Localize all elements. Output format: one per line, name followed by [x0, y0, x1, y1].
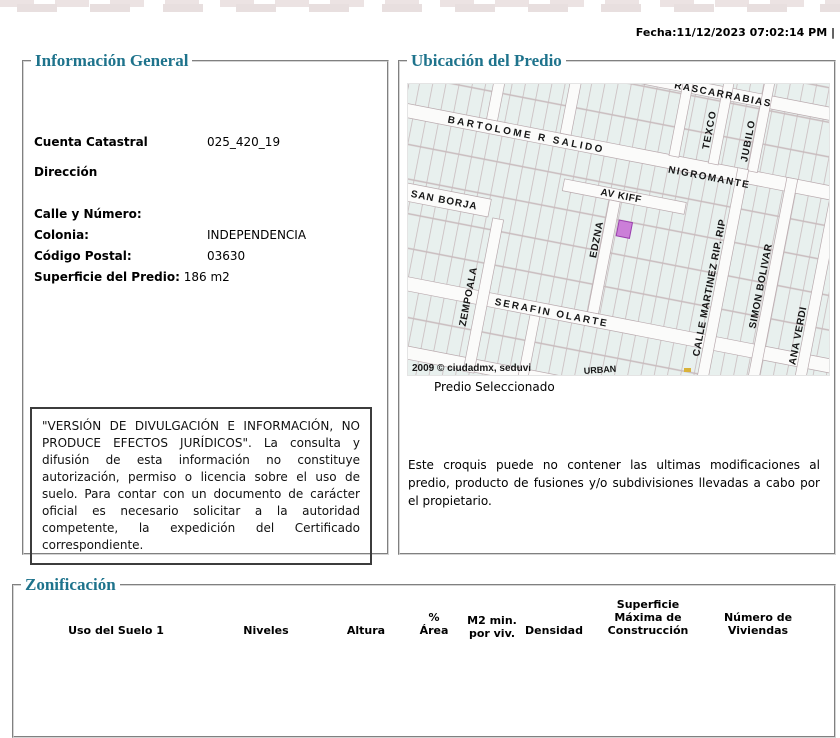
column-header-superficie-maxima: Superficie Máxima de Construcción [607, 598, 689, 637]
field-calle-numero: Calle y Número: [34, 207, 142, 221]
field-codigo-postal: Código Postal: 03630 [34, 249, 245, 263]
direccion-label: Dirección [34, 165, 98, 179]
legal-disclaimer-box: "VERSIÓN DE DIVULGACIÓN E INFORMACIÓN, N… [30, 407, 372, 565]
panel-ubicacion-predio: Ubicación del Predio RASCARRABIAS BARTOL… [398, 51, 836, 555]
selected-parcel-label: Predio Seleccionado [434, 380, 555, 394]
panel-informacion-general: Información General Cuenta Catastral 025… [22, 51, 389, 565]
map-attribution: 2009 © ciudadmx, seduvi [412, 363, 531, 374]
colonia-value: INDEPENDENCIA [207, 228, 307, 242]
codigo-postal-label: Código Postal: [34, 249, 132, 263]
date-stamp: Fecha:11/12/2023 07:02:14 PM | [635, 26, 835, 39]
field-cuenta-catastral: Cuenta Catastral 025_420_19 [34, 135, 280, 149]
colonia-label: Colonia: [34, 228, 89, 242]
superficie-predio-value: 186 m2 [183, 270, 230, 284]
column-header-niveles: Niveles [243, 624, 289, 637]
column-header-densidad: Densidad [525, 624, 583, 637]
field-colonia: Colonia: INDEPENDENCIA [34, 228, 306, 242]
panel-legend-informacion-general: Información General [31, 51, 193, 71]
panel-legend-zonificacion: Zonificación [21, 575, 120, 595]
panel-legend-ubicacion-predio: Ubicación del Predio [407, 51, 566, 71]
zonificacion-table-header: Uso del Suelo 1 Niveles Altura % Área M2… [26, 598, 806, 640]
cuenta-catastral-value: 025_420_19 [207, 135, 281, 149]
croquis-note: Este croquis puede no contener las ultim… [408, 458, 820, 508]
map-marker-fragment [684, 368, 691, 372]
column-header-uso-del-suelo: Uso del Suelo 1 [68, 624, 164, 637]
column-header-m2-min: M2 min. por viv. [467, 614, 517, 640]
column-header-numero-viviendas: Número de Viviendas [723, 611, 793, 637]
cuenta-catastral-label: Cuenta Catastral [34, 135, 148, 149]
codigo-postal-value: 03630 [207, 249, 246, 263]
superficie-predio-label: Superficie del Predio: [34, 270, 180, 284]
banner-row-2 [0, 4, 840, 12]
field-direccion: Dirección [34, 165, 97, 179]
field-superficie-predio: Superficie del Predio: 186 m2 [34, 270, 230, 284]
calle-numero-label: Calle y Número: [34, 207, 142, 221]
column-header-altura: Altura [346, 624, 386, 637]
top-banner-pattern [0, 0, 840, 13]
panel-zonificacion: Zonificación Uso del Suelo 1 Niveles Alt… [12, 575, 836, 738]
map-watermark: URBAN [583, 364, 616, 375]
cadastral-map[interactable]: RASCARRABIAS BARTOLOME R SALIDO NIGROMAN… [407, 83, 830, 376]
seduvi-report-page: { "theme": { "legend_color": "#1e738c", … [0, 0, 840, 738]
selected-parcel-highlight [615, 219, 634, 239]
column-header-porcentaje-area: % Área [419, 611, 449, 637]
